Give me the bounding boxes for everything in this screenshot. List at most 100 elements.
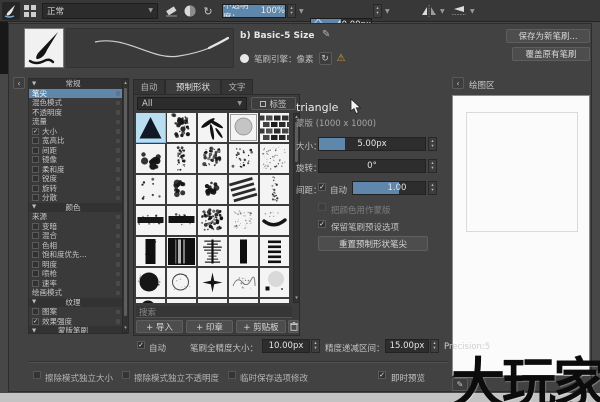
brush-tip-cell-hatch[interactable] [229, 175, 258, 204]
brush-tip-cell-leaves[interactable] [198, 113, 227, 142]
scroll-down-icon[interactable]: ▾ [123, 325, 128, 332]
brush-tip-cell-rough-stroke2[interactable] [167, 206, 196, 235]
option-checkbox[interactable] [32, 184, 39, 192]
brush-tip-cell-dot-cluster[interactable] [198, 175, 227, 204]
brush-tip-cell-grass[interactable] [167, 299, 196, 303]
option-checkbox[interactable] [32, 165, 39, 173]
eraser-mode-icon[interactable] [164, 3, 180, 19]
option-checkbox[interactable] [32, 222, 39, 230]
delete-tip-button[interactable] [288, 320, 299, 333]
brush-tip-cell-splat[interactable] [167, 113, 196, 142]
brush-tip-cell-faint-speckle[interactable] [229, 299, 258, 303]
brush-tip-cell-wisp[interactable] [260, 175, 289, 204]
brush-tip-cell-dense-splat[interactable] [198, 206, 227, 235]
brush-tip-cell-rough-stroke[interactable] [136, 206, 165, 235]
brush-tip-cell-stacked-lines[interactable] [260, 237, 289, 266]
brush-tip-cell-band-invert[interactable] [167, 237, 196, 266]
precision-auto-checkbox[interactable]: ✓ [137, 341, 145, 349]
brush-tip-cell-dot-ring[interactable] [167, 175, 196, 204]
opacity-spinner[interactable]: ▴ ▾ [287, 4, 296, 18]
mirror-horizontal-icon[interactable] [420, 4, 438, 18]
brush-tip-cell-sketch-circle[interactable] [167, 268, 196, 297]
krita-app-icon[interactable] [2, 2, 20, 20]
brush-tip-cell-faint-dot[interactable] [260, 268, 289, 297]
brush-tip-cell-grass2[interactable] [198, 299, 227, 303]
option-checkbox[interactable]: ✓ [32, 317, 39, 325]
mirror-horizontal-chevron-icon[interactable]: ▼ [440, 9, 445, 15]
spacing-auto-checkbox[interactable]: ✓ [318, 183, 326, 191]
reload-original-icon[interactable]: ↻ [318, 52, 332, 65]
fullsize-spinner[interactable]: ▴ ▾ [311, 339, 320, 353]
size-options-chevron-icon[interactable]: ▼ [385, 9, 390, 15]
tab-auto[interactable]: 自动 [133, 79, 165, 94]
options-scrollbar-thumb[interactable] [124, 88, 127, 316]
tip-size-spinner[interactable]: ▴ ▾ [428, 137, 437, 151]
brush-tip-cell-sparse-dots[interactable] [136, 175, 165, 204]
fullsize-field[interactable]: 10.00px [262, 339, 310, 353]
option-checkbox[interactable] [32, 137, 39, 145]
brush-tip-cell-splat2[interactable] [198, 144, 227, 173]
option-checkbox[interactable] [32, 260, 39, 268]
temp-save-checkbox[interactable] [228, 371, 236, 379]
tip-size-slider[interactable]: 5.00px [318, 137, 426, 151]
brush-tip-cell-speckle[interactable] [229, 144, 258, 173]
tip-spacing-slider[interactable]: 1.00 [352, 181, 426, 195]
option-checkbox[interactable] [32, 146, 39, 154]
tag-filter-dropdown[interactable]: All ▼ [137, 97, 247, 110]
options-scrollbar[interactable]: ▴ ▾ [122, 79, 129, 333]
brush-tip-cell-few-dots[interactable] [260, 299, 289, 303]
brush-tip-cell-grain-column[interactable] [167, 144, 196, 173]
option-checkbox[interactable]: ✓ [32, 127, 39, 135]
option-checkbox[interactable] [32, 175, 39, 183]
option-checkbox[interactable] [32, 194, 39, 202]
import-button[interactable]: + 导入 [136, 320, 183, 333]
opacity-options-chevron-icon[interactable]: ▼ [299, 9, 304, 15]
brush-tip-cell-big-dots[interactable] [136, 144, 165, 173]
tag-button[interactable]: 标签 [251, 97, 296, 110]
brush-tip-cell-brick[interactable] [260, 113, 289, 142]
use-color-as-mask-checkbox[interactable] [318, 203, 326, 211]
collapse-scratchpad-button[interactable]: ‹ [452, 77, 464, 89]
fade-spinner[interactable]: ▴ ▾ [430, 339, 439, 353]
save-new-brush-button[interactable]: 保存为新笔刷... [506, 29, 590, 43]
eraser-opacity-checkbox[interactable] [122, 371, 130, 379]
fade-field[interactable]: 15.00px [385, 339, 429, 353]
brush-tip-cell-arc[interactable] [260, 206, 289, 235]
mirror-vertical-chevron-icon[interactable]: ▼ [470, 9, 475, 15]
option-checkbox[interactable] [32, 232, 39, 240]
rename-preset-pencil-icon[interactable]: ✎ [322, 29, 330, 40]
brush-tip-cell-small-blob[interactable] [136, 299, 165, 303]
brush-tip-cell-bar[interactable] [229, 237, 258, 266]
option-checkbox[interactable] [32, 241, 39, 249]
scratchpad-canvas[interactable] [452, 95, 590, 376]
option-checkbox[interactable] [32, 156, 39, 164]
options-section-header[interactable]: ▼ 蒙版笔刷 [29, 326, 122, 333]
scroll-down-icon[interactable]: ▾ [294, 295, 299, 302]
instant-preview-checkbox[interactable]: ✓ [378, 371, 386, 379]
size-spinner[interactable]: ▴ ▾ [373, 4, 382, 18]
eraser-size-checkbox[interactable] [33, 371, 41, 379]
clipboard-button[interactable]: + 剪贴板 [236, 320, 286, 333]
blend-mode-dropdown[interactable]: 正常 ▼ [42, 3, 158, 19]
brush-tip-cell-scribble[interactable] [229, 268, 258, 297]
scroll-up-icon[interactable]: ▴ [123, 80, 128, 87]
option-checkbox[interactable] [32, 251, 39, 259]
brush-tip-cell-triangle[interactable] [136, 113, 166, 143]
brush-tip-cell-fine-speckle[interactable] [260, 144, 289, 173]
reset-predefined-tip-button[interactable]: 重置预制形状笔尖 [318, 236, 428, 251]
brush-tip-cell-band[interactable] [136, 237, 165, 266]
brush-tip-cell-dark-blob[interactable] [136, 268, 165, 297]
preserve-preset-checkbox[interactable]: ✓ [318, 220, 326, 228]
brush-tip-cell-spine[interactable] [198, 237, 227, 266]
overwrite-brush-button[interactable]: 覆盖原有笔刷 [512, 47, 590, 61]
stamp-button[interactable]: + 印章 [186, 320, 233, 333]
tip-rotation-field[interactable]: 0° [318, 159, 426, 173]
tip-spacing-spinner[interactable]: ▴ ▾ [428, 181, 437, 195]
option-checkbox[interactable] [32, 279, 39, 287]
search-input[interactable]: 搜索 [136, 306, 292, 318]
option-checkbox[interactable] [32, 308, 39, 316]
option-checkbox[interactable] [32, 270, 39, 278]
tab-text[interactable]: 文字 [221, 79, 253, 94]
collapse-left-panel-button[interactable]: ‹ [13, 77, 25, 89]
opacity-slider[interactable]: 不透明度： 100% [222, 4, 286, 18]
